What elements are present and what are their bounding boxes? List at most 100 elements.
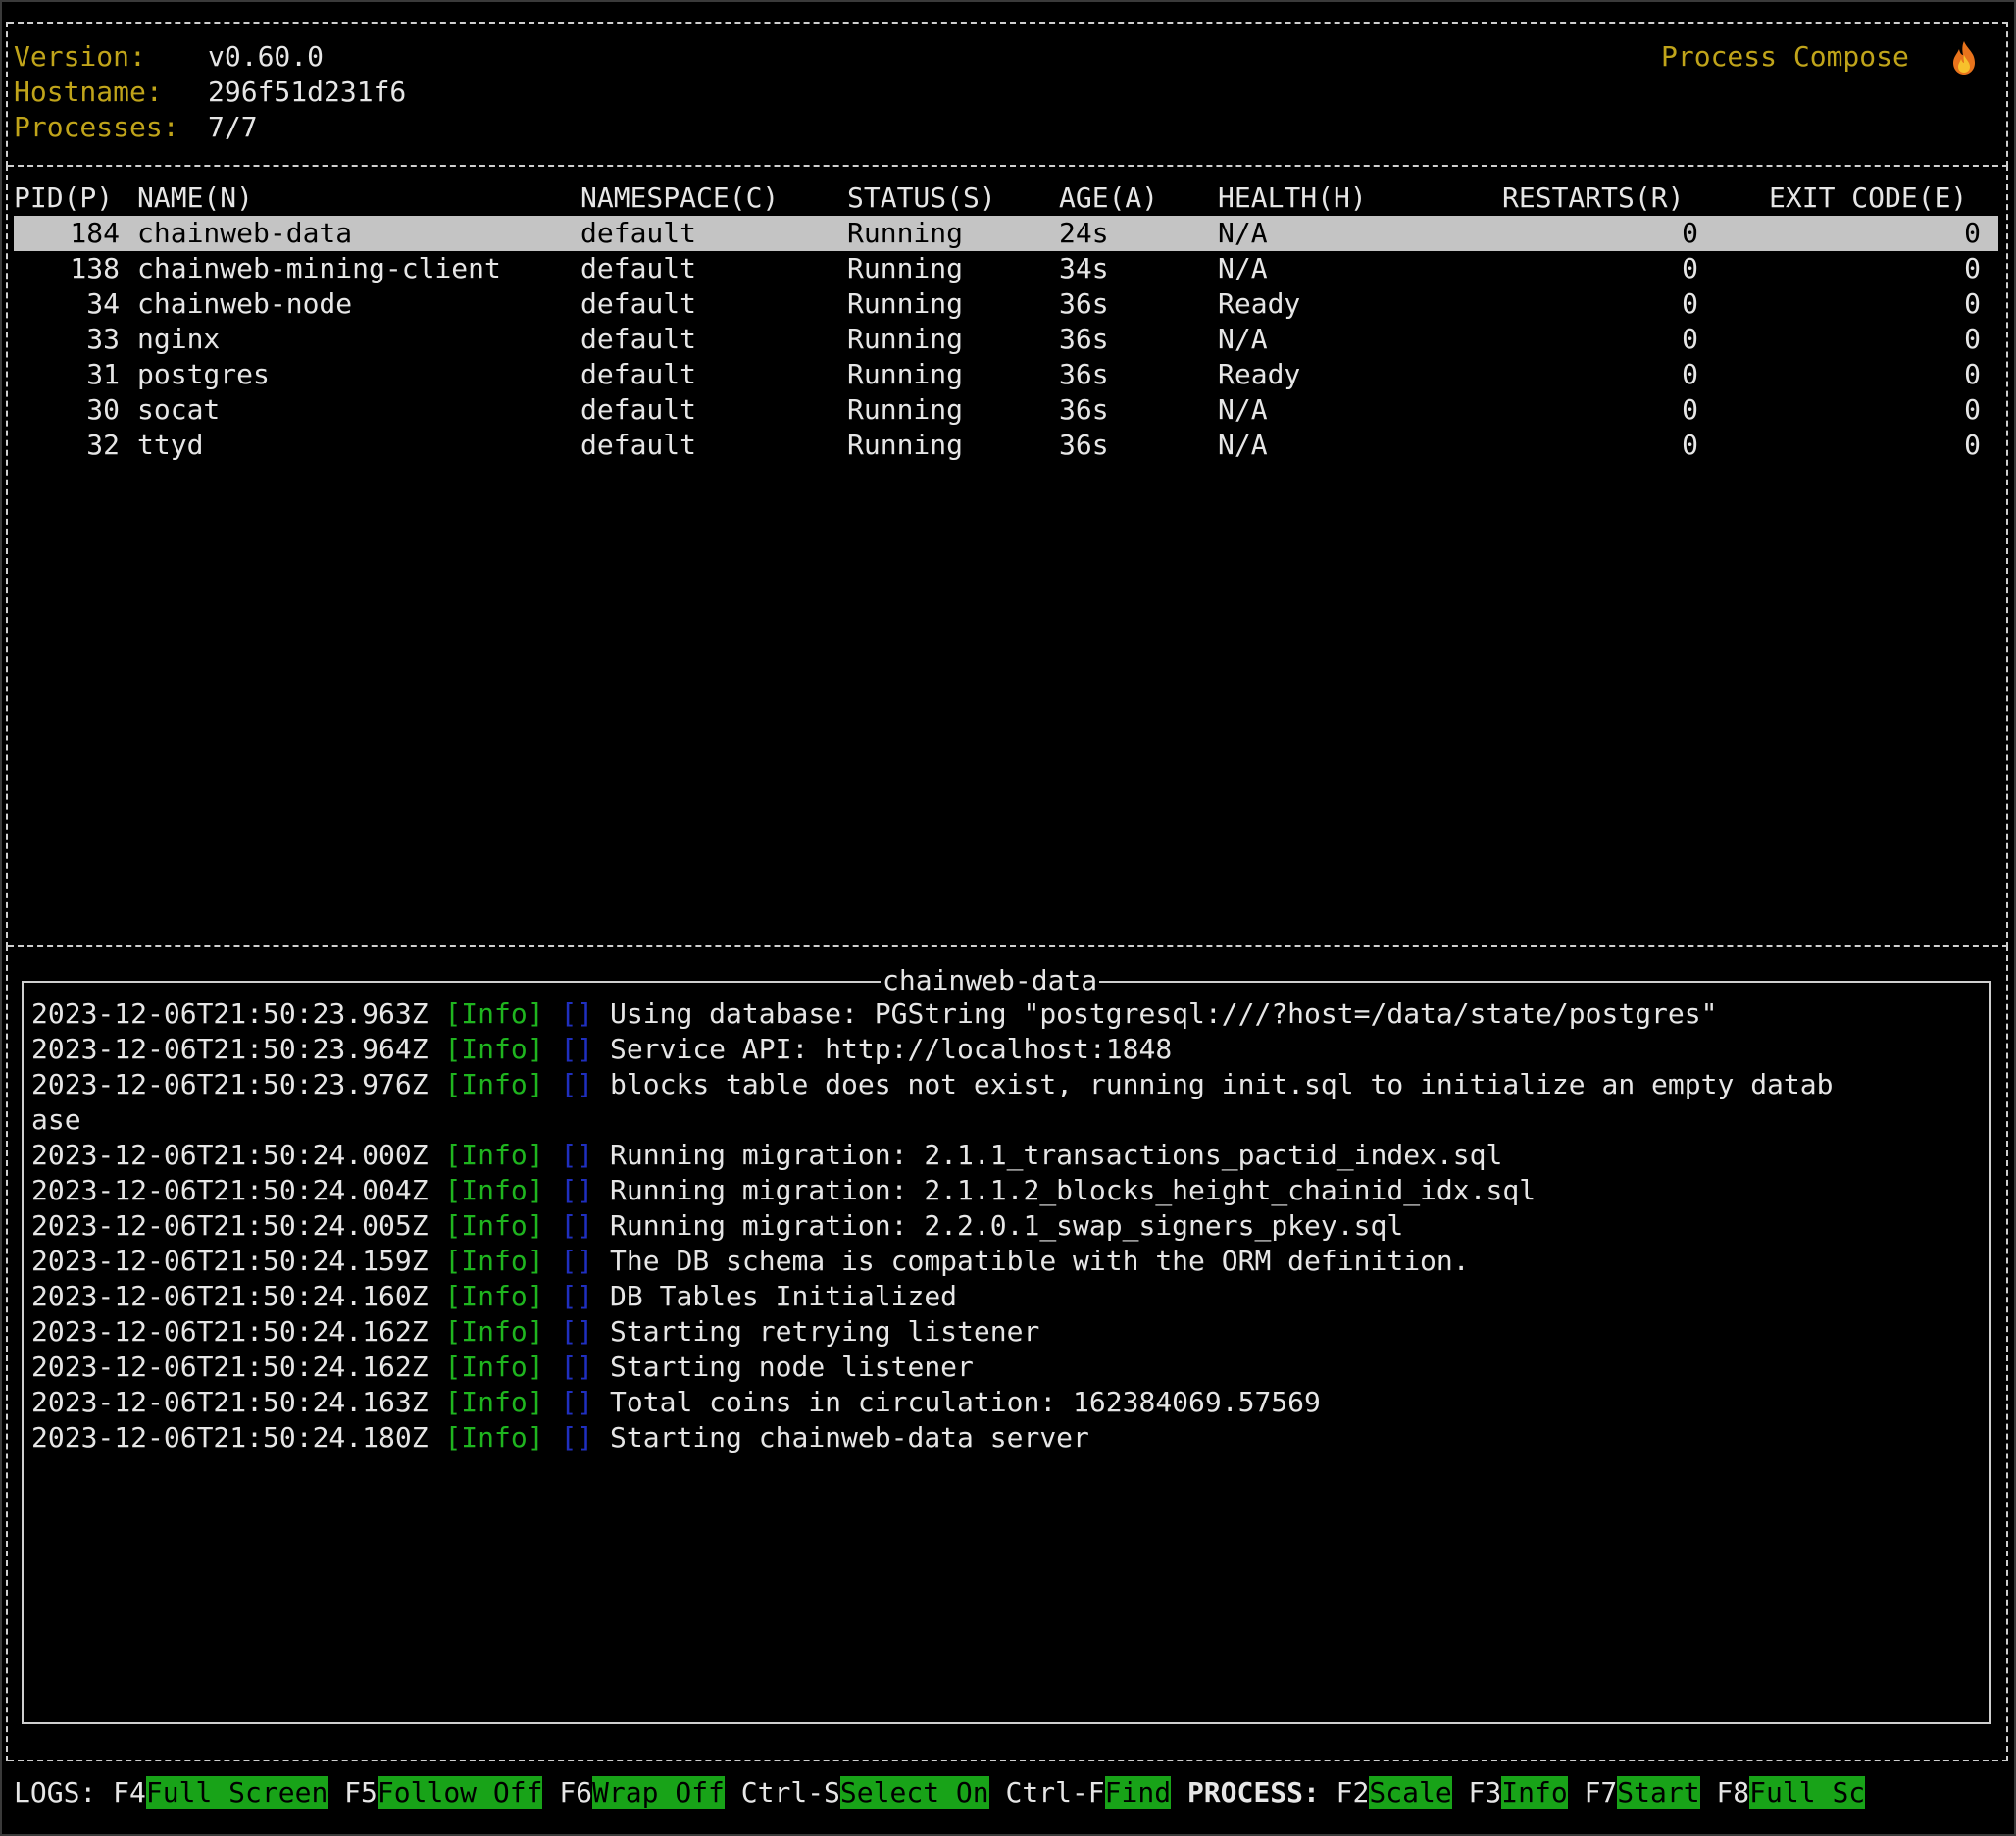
cell-status: Running	[847, 323, 964, 355]
header-right-border	[2006, 22, 2008, 167]
log-message: Using database: PGString "postgresql:///…	[610, 997, 1718, 1030]
cell-age: 36s	[1059, 287, 1109, 320]
cell-pid: 32	[86, 429, 120, 461]
processes-value: 7/7	[208, 111, 258, 143]
shortcut-info[interactable]: F3Info	[1469, 1776, 1568, 1809]
log-level: [Info]	[444, 1315, 544, 1348]
column-health[interactable]: HEALTH(H)	[1218, 180, 1367, 216]
log-message: Service API: http://localhost:1848	[610, 1033, 1173, 1065]
log-message: Starting node listener	[610, 1351, 974, 1383]
hostname-label: Hostname:	[14, 76, 163, 108]
cell-namespace: default	[580, 358, 697, 390]
log-message: DB Tables Initialized	[610, 1280, 958, 1312]
cell-exit-code: 0	[1964, 429, 1981, 461]
log-line: 2023-12-06T21:50:24.000Z [Info] [] Runni…	[31, 1138, 1502, 1173]
log-context: []	[560, 1174, 594, 1206]
cell-health: Ready	[1218, 358, 1301, 390]
log-context: []	[560, 1033, 594, 1065]
log-line: 2023-12-06T21:50:24.162Z [Info] [] Start…	[31, 1350, 974, 1385]
log-line: 2023-12-06T21:50:24.159Z [Info] [] The D…	[31, 1244, 1470, 1279]
flame-icon	[1947, 39, 1981, 83]
cell-age: 34s	[1059, 252, 1109, 284]
column-age[interactable]: AGE(A)	[1059, 180, 1158, 216]
log-timestamp: 2023-12-06T21:50:24.004Z	[31, 1174, 428, 1206]
column-exit-code[interactable]: EXIT CODE(E)	[1769, 180, 1967, 216]
log-context: []	[560, 1139, 594, 1171]
version-value: v0.60.0	[208, 40, 325, 73]
cell-restarts: 0	[1682, 393, 1698, 426]
log-timestamp: 2023-12-06T21:50:24.180Z	[31, 1421, 428, 1454]
cell-health: Ready	[1218, 287, 1301, 320]
cell-namespace: default	[580, 393, 697, 426]
cell-namespace: default	[580, 323, 697, 355]
column-pid[interactable]: PID(P)	[14, 180, 113, 216]
cell-age: 36s	[1059, 358, 1109, 390]
log-level: [Info]	[444, 1139, 544, 1171]
cell-status: Running	[847, 252, 964, 284]
log-context: []	[560, 1315, 594, 1348]
column-restarts[interactable]: RESTARTS(R)	[1502, 180, 1684, 216]
cell-pid: 30	[86, 393, 120, 426]
log-outer-bottom-border	[8, 1760, 2008, 1761]
cell-pid: 31	[86, 358, 120, 390]
cell-health: N/A	[1218, 429, 1268, 461]
process-section-label: PROCESS:	[1186, 1776, 1320, 1809]
log-context: []	[560, 1245, 594, 1277]
header-bottom-border	[8, 165, 2008, 167]
cell-age: 36s	[1059, 323, 1109, 355]
cell-namespace: default	[580, 429, 697, 461]
shortcut-select[interactable]: Ctrl-SSelect On	[741, 1776, 989, 1809]
log-level: [Info]	[444, 1245, 544, 1277]
header-left-border	[6, 22, 8, 167]
app-brand: Process Compose	[1661, 40, 1909, 73]
log-message: Starting chainweb-data server	[610, 1421, 1089, 1454]
cell-pid: 184	[70, 217, 120, 249]
log-line: 2023-12-06T21:50:24.005Z [Info] [] Runni…	[31, 1208, 1403, 1244]
shortcut-full-screen-process[interactable]: F8Full Sc	[1716, 1776, 1866, 1809]
log-level: [Info]	[444, 1033, 544, 1065]
logs-section-label: LOGS:	[14, 1776, 97, 1809]
version-label: Version:	[14, 40, 146, 73]
log-level: [Info]	[444, 1068, 544, 1100]
top-border	[8, 22, 2008, 24]
log-outer-left-border	[6, 945, 8, 1761]
shortcut-full-screen[interactable]: F4Full Screen	[113, 1776, 328, 1809]
shortcut-wrap[interactable]: F6Wrap Off	[559, 1776, 725, 1809]
log-timestamp: 2023-12-06T21:50:24.162Z	[31, 1315, 428, 1348]
table-left-border	[6, 165, 8, 947]
log-level: [Info]	[444, 997, 544, 1030]
cell-health: N/A	[1218, 252, 1268, 284]
cell-health: N/A	[1218, 217, 1268, 249]
table-bottom-border	[8, 945, 2008, 947]
cell-pid: 138	[70, 252, 120, 284]
cell-name: socat	[137, 393, 221, 426]
log-message: blocks table does not exist, running ini…	[610, 1068, 1834, 1100]
cell-restarts: 0	[1682, 287, 1698, 320]
processes-label: Processes:	[14, 111, 179, 143]
log-timestamp: 2023-12-06T21:50:24.159Z	[31, 1245, 428, 1277]
cell-restarts: 0	[1682, 217, 1698, 249]
column-name[interactable]: NAME(N)	[137, 180, 253, 216]
log-line: 2023-12-06T21:50:24.162Z [Info] [] Start…	[31, 1314, 1039, 1350]
log-timestamp: 2023-12-06T21:50:24.005Z	[31, 1209, 428, 1242]
log-context: []	[560, 997, 594, 1030]
cell-status: Running	[847, 393, 964, 426]
log-line: 2023-12-06T21:50:23.964Z [Info] [] Servi…	[31, 1032, 1172, 1067]
cell-exit-code: 0	[1964, 287, 1981, 320]
table-right-border	[2006, 165, 2008, 947]
shortcut-follow[interactable]: F5Follow Off	[344, 1776, 543, 1809]
cell-pid: 34	[86, 287, 120, 320]
column-status[interactable]: STATUS(S)	[847, 180, 996, 216]
log-line: 2023-12-06T21:50:24.160Z [Info] [] DB Ta…	[31, 1279, 957, 1314]
shortcut-scale[interactable]: F2Scale	[1336, 1776, 1452, 1809]
shortcut-start[interactable]: F7Start	[1585, 1776, 1700, 1809]
column-namespace[interactable]: NAMESPACE(C)	[580, 180, 779, 216]
log-message: ase	[31, 1103, 81, 1136]
shortcut-find[interactable]: Ctrl-FFind	[1006, 1776, 1172, 1809]
log-level: [Info]	[444, 1280, 544, 1312]
log-line-wrapped: ase	[31, 1102, 81, 1138]
log-line: 2023-12-06T21:50:24.180Z [Info] [] Start…	[31, 1420, 1089, 1455]
cell-restarts: 0	[1682, 429, 1698, 461]
log-level: [Info]	[444, 1174, 544, 1206]
cell-restarts: 0	[1682, 358, 1698, 390]
